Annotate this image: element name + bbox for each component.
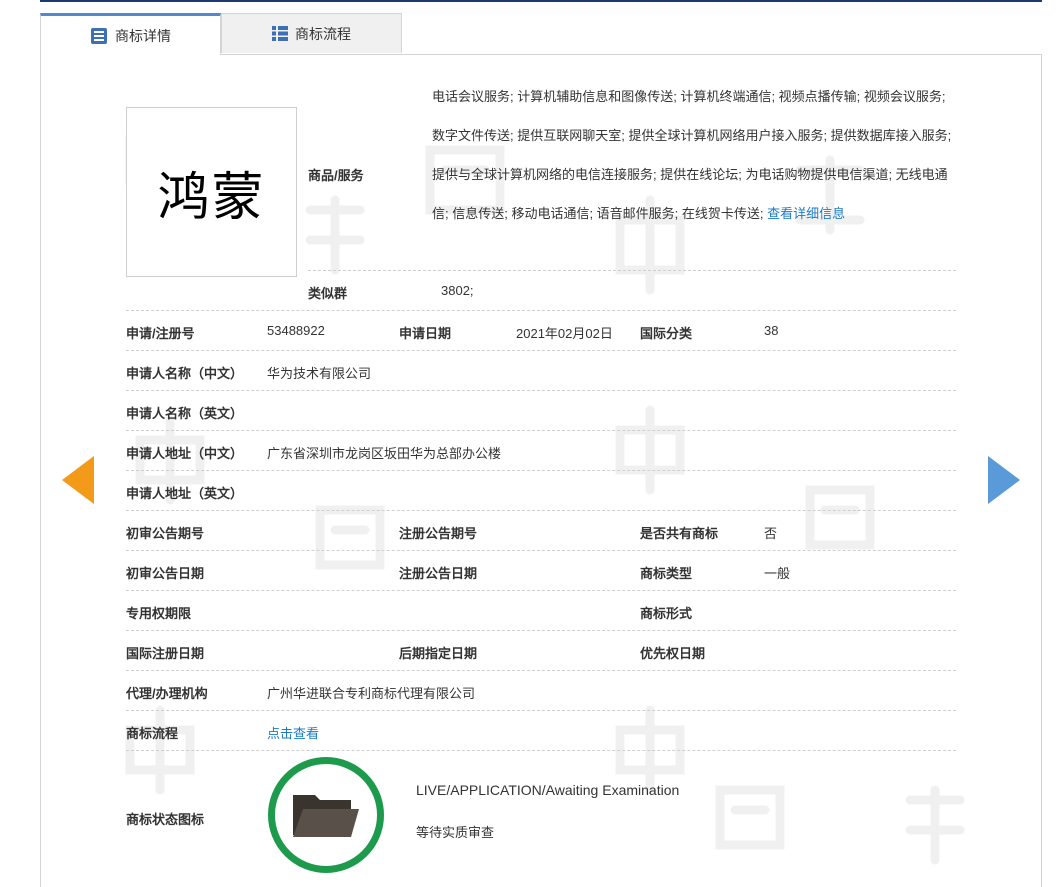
agent-label: 代理/办理机构 [126,686,208,701]
open-folder-icon [293,795,359,837]
view-details-link[interactable]: 查看详细信息 [767,206,845,221]
prelim-date-label: 初审公告日期 [126,566,205,581]
process-label: 商标流程 [126,726,179,741]
goods-services-list: 电话会议服务; 计算机辅助信息和图像传送; 计算机终端通信; 视频点播传输; 视… [432,77,958,233]
tab-trademark-detail[interactable]: 商标详情 [40,13,221,55]
divider [126,390,956,391]
prelim-no-label: 初审公告期号 [126,526,205,541]
top-border [40,0,1042,2]
list-grid-icon [272,26,288,41]
status-en-text: LIVE/APPLICATION/Awaiting Examination [416,782,680,798]
shared-label: 是否共有商标 [640,526,719,541]
address-cn-value: 广东省深圳市龙岗区坂田华为总部办公楼 [267,446,502,461]
priority-date-label: 优先权日期 [640,646,706,661]
trademark-logo-text: 鸿蒙 [157,167,266,228]
address-en-label: 申请人地址（英文） [126,486,244,501]
shared-value: 否 [764,526,778,541]
divider [126,710,956,711]
divider [126,310,956,311]
similar-group-label: 类似群 [308,286,348,301]
divider [126,470,956,471]
apply-date-value: 2021年02月02日 [516,326,613,341]
tab-trademark-detail-label: 商标详情 [115,27,171,44]
intl-class-label: 国际分类 [640,326,693,341]
trademark-image: 鸿蒙 [126,107,297,277]
later-designation-label: 后期指定日期 [399,646,478,661]
status-icon [268,757,384,873]
tm-form-label: 商标形式 [640,606,693,621]
applicant-cn-label: 申请人名称（中文） [126,366,244,381]
address-cn-label: 申请人地址（中文） [126,446,244,461]
goods-services-label: 商品/服务 [308,168,364,183]
applicant-cn-value: 华为技术有限公司 [267,366,372,381]
prev-arrow-icon[interactable] [62,456,94,504]
goods-services-text: 电话会议服务; 计算机辅助信息和图像传送; 计算机终端通信; 视频点播传输; 视… [432,89,952,221]
intl-class-value: 38 [764,323,779,338]
reg-no-value: 53488922 [267,323,325,338]
status-icon-label: 商标状态图标 [126,812,205,827]
intl-reg-date-label: 国际注册日期 [126,646,205,661]
reg-pub-no-label: 注册公告期号 [399,526,478,541]
divider [126,510,956,511]
reg-no-label: 申请/注册号 [126,326,195,341]
divider [308,270,956,271]
applicant-en-label: 申请人名称（英文） [126,406,244,421]
similar-group-value: 3802; [441,283,474,298]
tab-trademark-process[interactable]: 商标流程 [221,13,402,53]
divider [126,750,956,751]
divider [126,350,956,351]
divider [126,550,956,551]
tab-bar: 商标详情 商标流程 [40,13,1042,55]
divider [126,590,956,591]
next-arrow-icon[interactable] [988,456,1020,504]
reg-pub-date-label: 注册公告日期 [399,566,478,581]
divider [126,630,956,631]
status-cn-text: 等待实质审查 [416,825,495,840]
exclusive-period-label: 专用权期限 [126,606,192,621]
apply-date-label: 申请日期 [399,326,452,341]
agent-value: 广州华进联合专利商标代理有限公司 [267,686,476,701]
list-doc-icon [91,27,107,44]
tm-type-label: 商标类型 [640,566,693,581]
tab-trademark-process-label: 商标流程 [295,25,351,42]
divider [126,670,956,671]
tm-type-value: 一般 [764,566,791,581]
view-process-link[interactable]: 点击查看 [267,723,319,742]
divider [126,430,956,431]
